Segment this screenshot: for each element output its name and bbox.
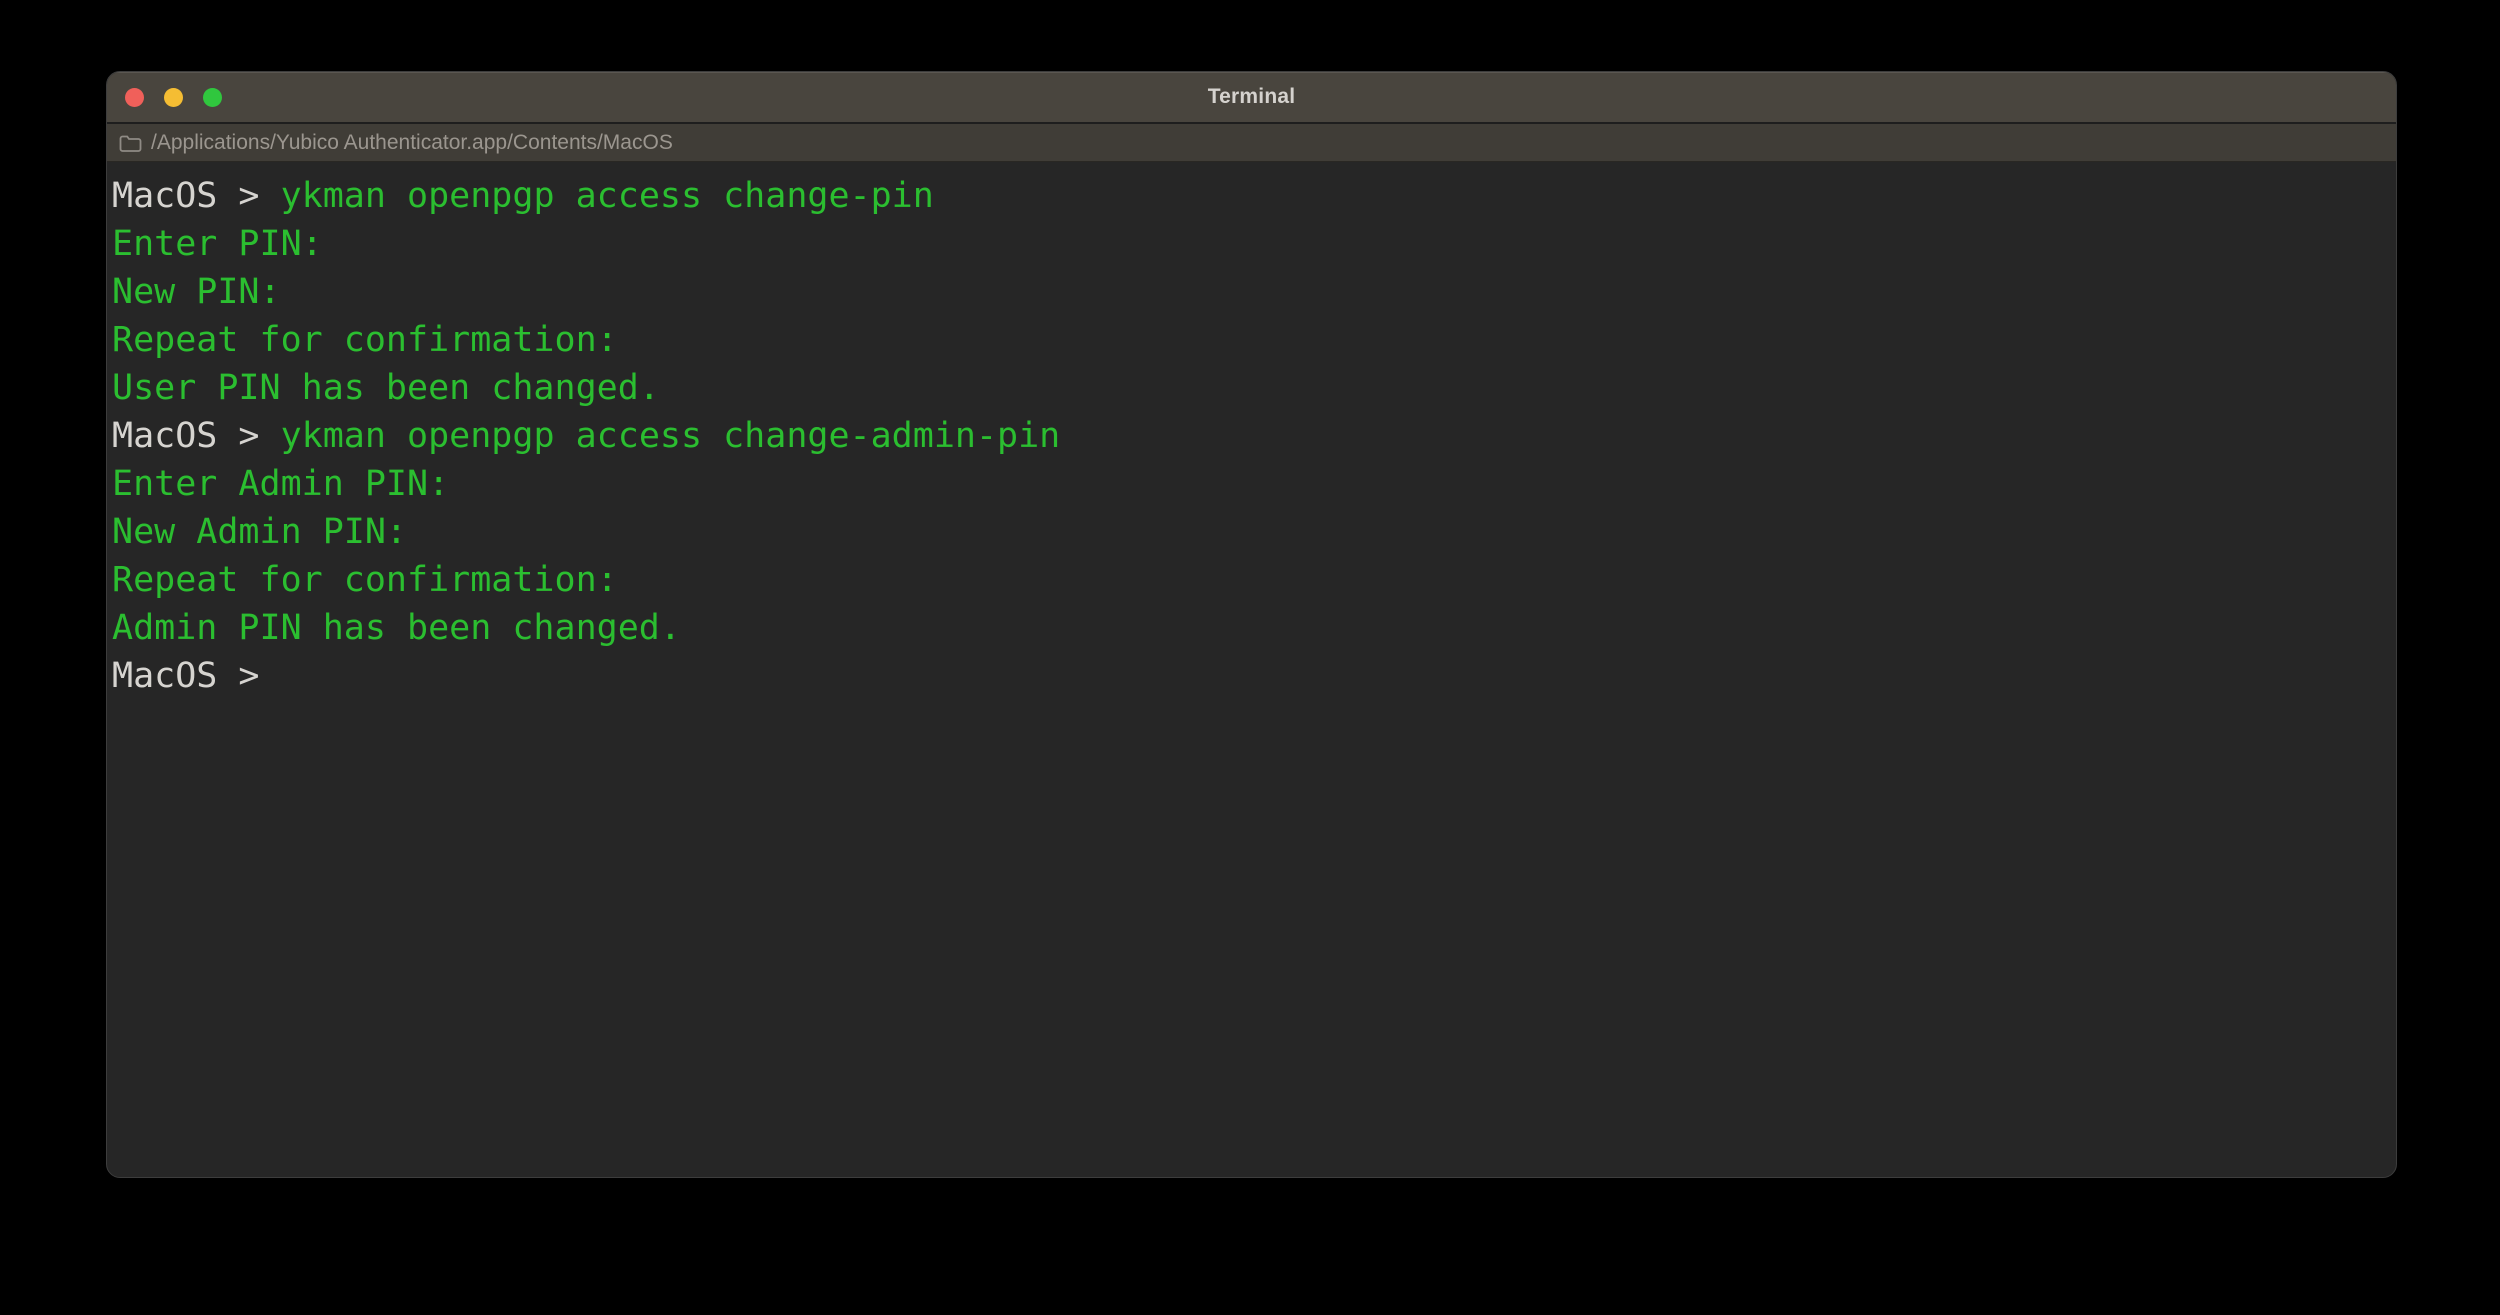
output-text: User PIN has been changed. xyxy=(112,368,660,408)
working-directory-path: /Applications/Yubico Authenticator.app/C… xyxy=(151,131,673,154)
terminal-line: MacOS > ykman openpgp access change-pin xyxy=(112,172,2388,220)
terminal-line: Repeat for confirmation: xyxy=(112,316,2388,364)
shell-prompt: MacOS > xyxy=(112,176,260,216)
output-text: Enter Admin PIN: xyxy=(112,464,450,504)
terminal-output-area[interactable]: MacOS > ykman openpgp access change-pin E… xyxy=(107,162,2396,700)
command-text: ykman openpgp access change-pin xyxy=(280,176,934,216)
terminal-line: New PIN: xyxy=(112,268,2388,316)
output-text: Enter PIN: xyxy=(112,224,323,264)
maximize-button-icon[interactable] xyxy=(203,87,222,107)
minimize-button-icon[interactable] xyxy=(164,87,183,107)
output-text: Repeat for confirmation: xyxy=(112,320,618,360)
output-text: Repeat for confirmation: xyxy=(112,560,618,600)
terminal-line: Repeat for confirmation: xyxy=(112,556,2388,604)
output-text: New PIN: xyxy=(112,272,281,312)
terminal-line: Enter PIN: xyxy=(112,220,2388,268)
shell-prompt: MacOS > xyxy=(112,416,260,456)
command-text: ykman openpgp access change-admin-pin xyxy=(280,416,1061,456)
output-text: Admin PIN has been changed. xyxy=(112,608,681,648)
titlebar[interactable]: Terminal xyxy=(107,72,2396,122)
terminal-line: New Admin PIN: xyxy=(112,508,2388,556)
pathbar: /Applications/Yubico Authenticator.app/C… xyxy=(107,122,2396,162)
traffic-lights xyxy=(125,72,222,122)
window-title: Terminal xyxy=(1207,85,1296,108)
terminal-line: Enter Admin PIN: xyxy=(112,460,2388,508)
close-button-icon[interactable] xyxy=(125,87,144,107)
terminal-line: User PIN has been changed. xyxy=(112,364,2388,412)
terminal-line: MacOS > ykman openpgp access change-admi… xyxy=(112,412,2388,460)
terminal-line: Admin PIN has been changed. xyxy=(112,604,2388,652)
folder-icon xyxy=(119,134,142,153)
shell-prompt: MacOS > xyxy=(112,656,260,696)
output-text: New Admin PIN: xyxy=(112,512,408,552)
terminal-line: MacOS > xyxy=(112,652,2388,700)
terminal-window: Terminal /Applications/Yubico Authentica… xyxy=(106,71,2397,1178)
